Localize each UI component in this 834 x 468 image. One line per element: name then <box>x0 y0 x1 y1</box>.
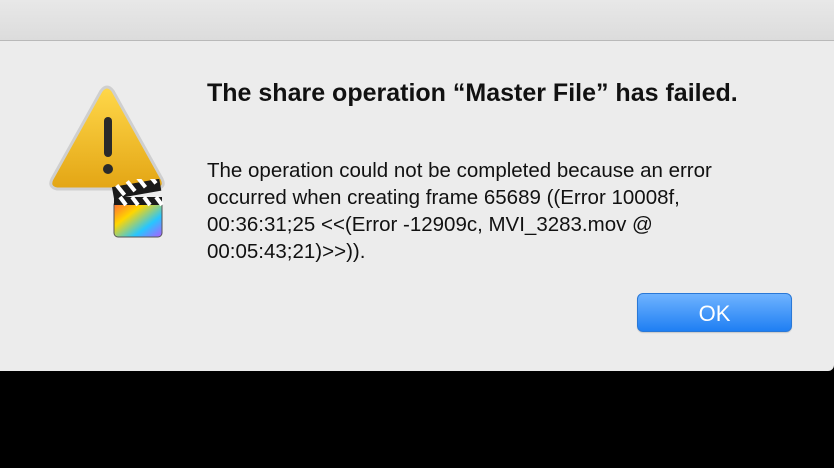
alert-dialog: The share operation “Master File” has fa… <box>0 41 834 371</box>
dialog-message: The operation could not be completed bec… <box>207 159 712 263</box>
ok-button[interactable]: OK <box>637 293 792 332</box>
final-cut-pro-icon <box>111 179 164 238</box>
alert-icon-group <box>44 83 170 243</box>
dialog-title: The share operation “Master File” has fa… <box>207 79 738 107</box>
screen: The share operation “Master File” has fa… <box>0 0 834 468</box>
title-bar <box>0 0 834 41</box>
